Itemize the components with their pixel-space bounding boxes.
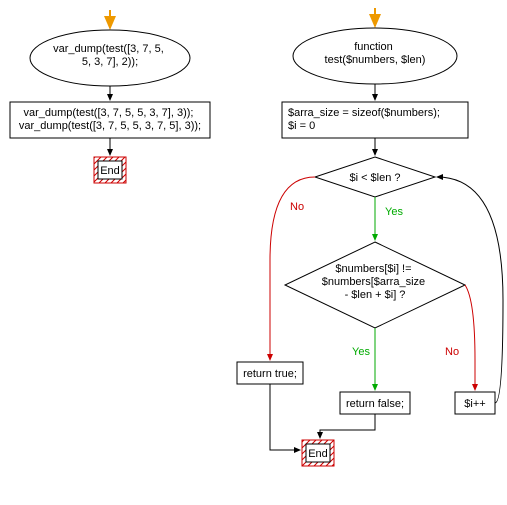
yes-label-2: Yes: [352, 346, 370, 358]
incr-text: $i++: [464, 398, 485, 410]
end-text-right: End: [308, 448, 328, 460]
cond1-text: $i < $len ?: [349, 172, 400, 184]
left-flowchart: var_dump(test([3, 7, 5, 5, 3, 7], 2)); v…: [10, 10, 210, 183]
yes-label-1: Yes: [385, 206, 403, 218]
return-false-text: return false;: [346, 398, 404, 410]
no-label-2: No: [445, 346, 459, 358]
right-flowchart: function test($numbers, $len) $arra_size…: [237, 8, 503, 466]
end-text-left: End: [100, 165, 120, 177]
return-true-text: return true;: [243, 368, 297, 380]
calls-text: var_dump(test([3, 7, 5, 5, 3, 7], 3)); v…: [19, 107, 201, 132]
no-label-1: No: [290, 201, 304, 213]
